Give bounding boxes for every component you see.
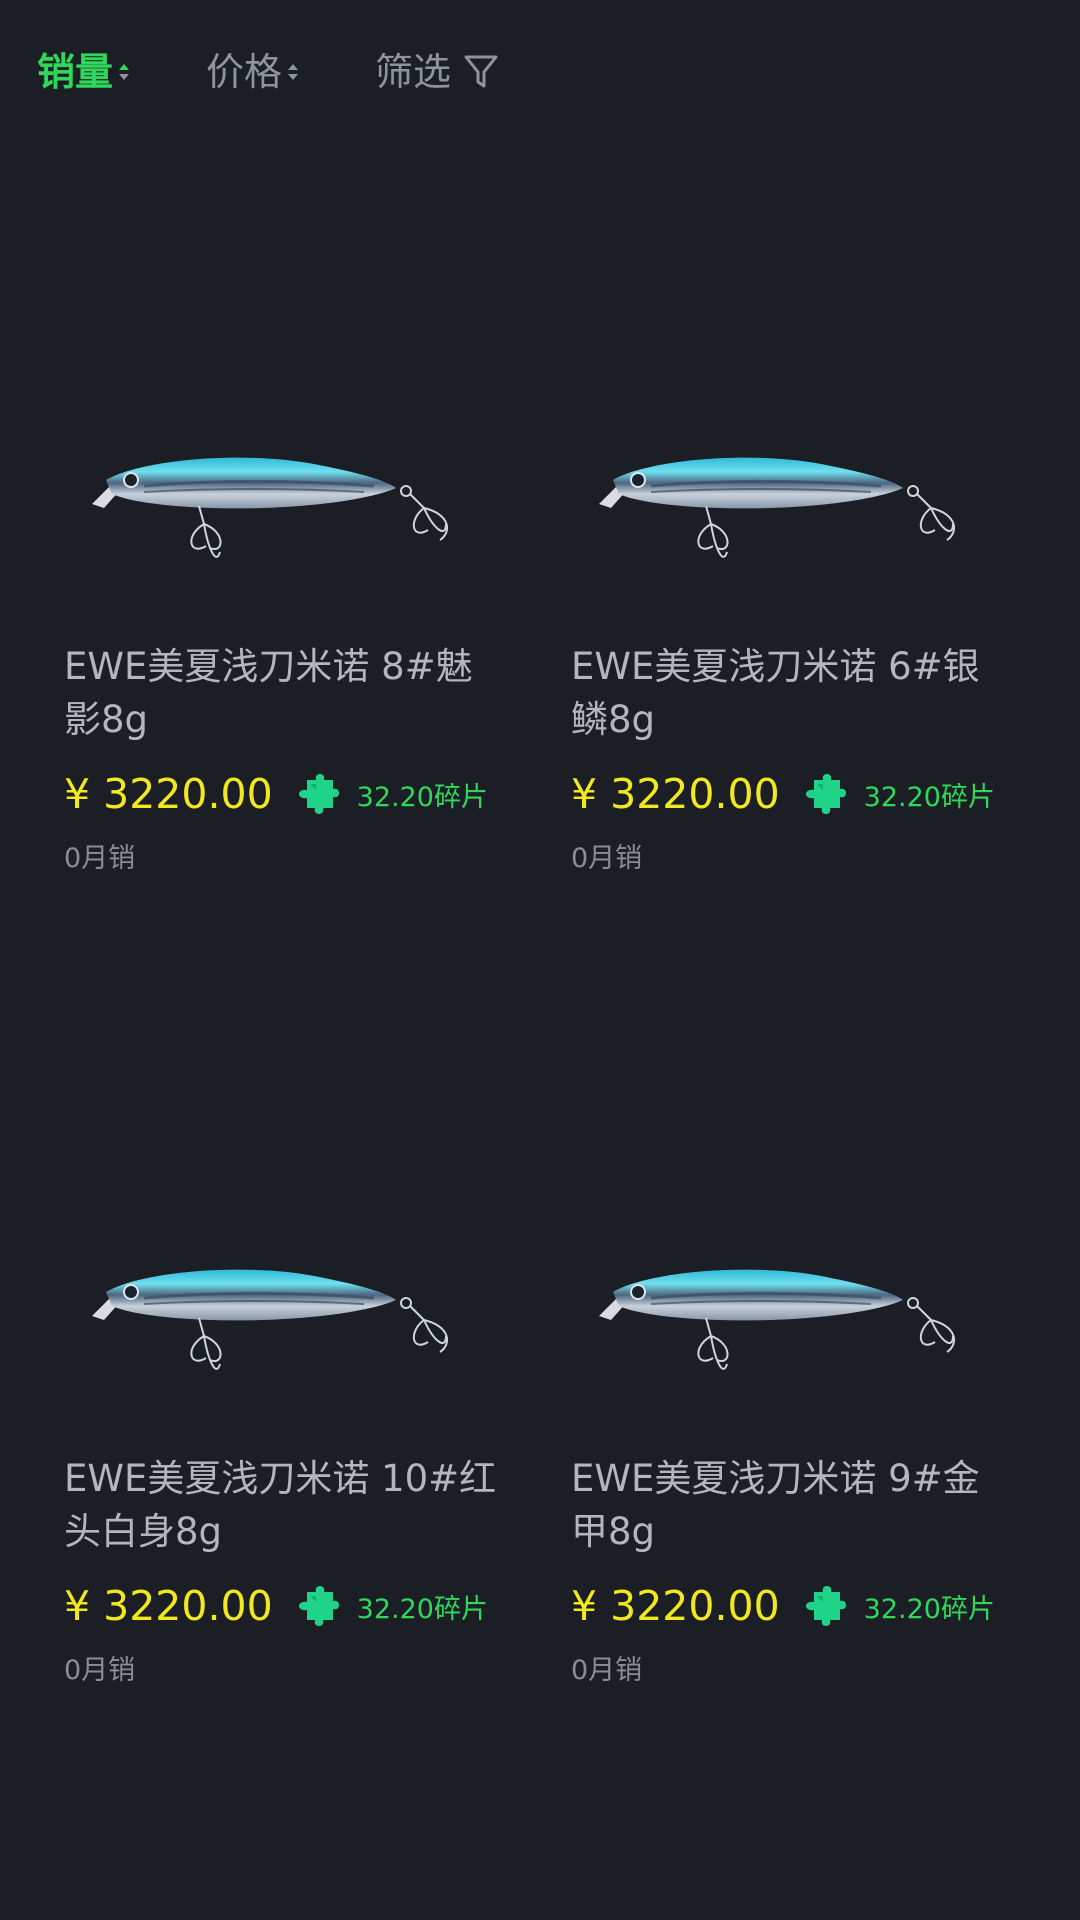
- product-card[interactable]: EWE美夏浅刀米诺 9#金甲8g: [556, 992, 1016, 1632]
- price-row: ¥ 3220.00 32.20碎片: [64, 764, 488, 824]
- product-card[interactable]: EWE美夏浅刀米诺 6#银鳞8g: [556, 180, 1016, 820]
- price-row: ¥ 3220.00 32.20碎片: [571, 1576, 995, 1636]
- product-price: ¥ 3220.00: [571, 770, 780, 818]
- sort-by-sales-label: 销量: [37, 50, 114, 94]
- product-card[interactable]: EWE美夏浅刀米诺 8#魅影8g: [49, 180, 509, 820]
- monthly-sales: 0月销: [571, 1655, 643, 1686]
- sort-by-price-label: 价格: [206, 50, 283, 94]
- sort-arrows-icon: [119, 64, 130, 80]
- product-image: [556, 180, 1016, 640]
- product-title: EWE美夏浅刀米诺 9#金甲8g: [571, 1457, 980, 1553]
- puzzle-icon: [298, 1586, 339, 1626]
- monthly-sales: 0月销: [64, 843, 136, 874]
- puzzle-icon: [298, 774, 339, 814]
- funnel-icon: [464, 55, 498, 88]
- product-price: ¥ 3220.00: [64, 770, 273, 818]
- product-title: EWE美夏浅刀米诺 6#银鳞8g: [571, 645, 980, 741]
- product-image: [49, 180, 509, 640]
- price-row: ¥ 3220.00 32.20碎片: [571, 764, 995, 824]
- product-title: EWE美夏浅刀米诺 8#魅影8g: [64, 645, 473, 741]
- monthly-sales: 0月销: [64, 1655, 136, 1686]
- sort-filter-bar: 销量 价格 筛选: [0, 0, 1080, 150]
- product-image: [49, 992, 509, 1452]
- filter-button[interactable]: 筛选: [375, 44, 499, 100]
- shard-price: 32.20碎片: [863, 781, 995, 813]
- filter-label: 筛选: [375, 50, 452, 94]
- shard-price: 32.20碎片: [356, 781, 488, 813]
- puzzle-icon: [805, 774, 846, 814]
- sort-arrows-icon: [288, 64, 299, 80]
- shard-price: 32.20碎片: [863, 1593, 995, 1625]
- product-price: ¥ 3220.00: [64, 1582, 273, 1630]
- product-card[interactable]: EWE美夏浅刀米诺 10#红头白身8g: [49, 992, 509, 1632]
- sort-by-price-button[interactable]: 价格: [206, 44, 299, 100]
- product-price: ¥ 3220.00: [571, 1582, 780, 1630]
- sort-by-sales-button[interactable]: 销量: [37, 44, 130, 100]
- shard-price: 32.20碎片: [356, 1593, 488, 1625]
- monthly-sales: 0月销: [571, 843, 643, 874]
- product-image: [556, 992, 1016, 1452]
- product-title: EWE美夏浅刀米诺 10#红头白身8g: [64, 1457, 497, 1553]
- price-row: ¥ 3220.00 32.20碎片: [64, 1576, 488, 1636]
- puzzle-icon: [805, 1586, 846, 1626]
